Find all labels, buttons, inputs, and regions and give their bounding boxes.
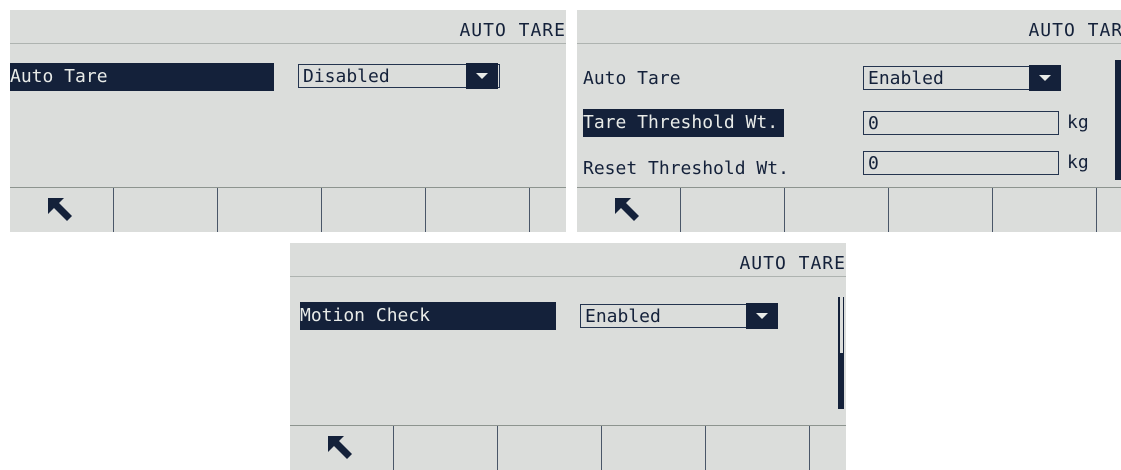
tare-threshold-input[interactable]: 0 [863, 111, 1059, 135]
softkey-5[interactable] [426, 188, 530, 232]
tare-threshold-value: 0 [868, 113, 879, 134]
softkey-back[interactable] [290, 426, 394, 470]
chevron-down-icon [1039, 75, 1051, 81]
scrollbar-thumb[interactable] [840, 353, 843, 409]
scrollbar[interactable] [838, 297, 844, 409]
softkey-5[interactable] [706, 426, 810, 470]
up-left-arrow-icon [615, 198, 639, 221]
auto-tare-select-value: Disabled [303, 66, 390, 87]
softkey-2[interactable] [114, 188, 218, 232]
screen-title: AUTO TARE [1028, 20, 1121, 41]
auto-tare-select-value: Enabled [868, 68, 944, 89]
screen-title-bar: AUTO TARE [577, 10, 1121, 44]
tare-threshold-label[interactable]: Tare Threshold Wt. [583, 109, 785, 137]
softkey-4[interactable] [602, 426, 706, 470]
screen-motion-check: AUTO TARE Motion Check Enabled [290, 243, 846, 470]
screen-title: AUTO TARE [459, 20, 566, 41]
softkey-2[interactable] [394, 426, 498, 470]
screen-title: AUTO TARE [739, 253, 846, 274]
softkey-bar [290, 425, 846, 470]
auto-tare-label[interactable]: Auto Tare [583, 65, 681, 93]
reset-threshold-value: 0 [868, 153, 879, 174]
softkey-bar [577, 187, 1121, 232]
softkey-3[interactable] [218, 188, 322, 232]
chevron-down-icon [756, 313, 768, 319]
softkey-back[interactable] [577, 188, 681, 232]
softkey-bar [10, 187, 566, 232]
scrollbar-thumb[interactable] [1117, 60, 1120, 180]
auto-tare-dropdown-button[interactable] [466, 63, 498, 89]
up-left-arrow-icon [328, 436, 352, 459]
softkey-5[interactable] [993, 188, 1097, 232]
scrollbar[interactable] [1115, 60, 1121, 180]
softkey-3[interactable] [785, 188, 889, 232]
screen-title-bar: AUTO TARE [290, 243, 846, 277]
screen-auto-tare-enabled: AUTO TARE Auto Tare Enabled Tare Thresho… [577, 10, 1121, 232]
softkey-back[interactable] [10, 188, 114, 232]
motion-check-select-value: Enabled [585, 306, 661, 327]
up-left-arrow-icon [48, 198, 72, 221]
softkey-4[interactable] [889, 188, 993, 232]
softkey-3[interactable] [498, 426, 602, 470]
chevron-down-icon [476, 73, 488, 79]
softkey-4[interactable] [322, 188, 426, 232]
reset-threshold-label[interactable]: Reset Threshold Wt. [583, 155, 789, 183]
motion-check-dropdown-button[interactable] [746, 303, 778, 329]
auto-tare-dropdown-button[interactable] [1029, 65, 1061, 91]
motion-check-label[interactable]: Motion Check [300, 302, 556, 330]
screen-title-bar: AUTO TARE [10, 10, 566, 44]
reset-threshold-unit: kg [1067, 152, 1089, 173]
tare-threshold-unit: kg [1067, 112, 1089, 133]
screen-auto-tare-disabled: AUTO TARE Auto Tare Disabled [10, 10, 566, 232]
auto-tare-label[interactable]: Auto Tare [10, 63, 274, 91]
softkey-2[interactable] [681, 188, 785, 232]
reset-threshold-input[interactable]: 0 [863, 151, 1059, 175]
